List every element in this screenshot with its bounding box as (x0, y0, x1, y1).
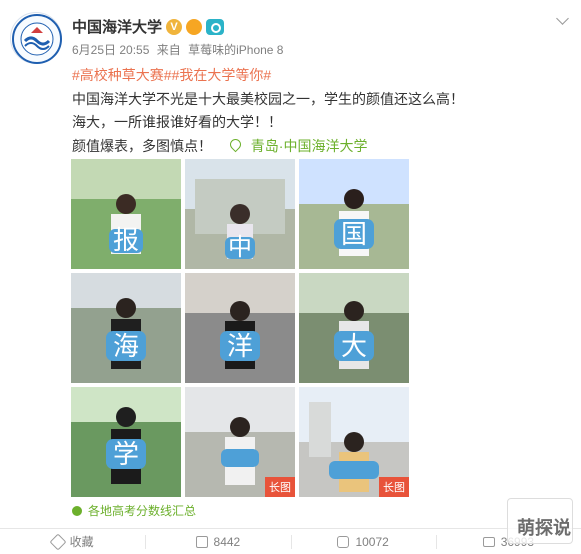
share-count: 8442 (213, 534, 241, 549)
avatar[interactable] (10, 12, 62, 64)
action-bar: 收藏 8442 10072 36993 (0, 529, 581, 554)
post-text: #高校种草大赛##我在大学等你# 中国海洋大学不光是十大最美校园之一，学生的颜值… (72, 64, 464, 158)
photo-9[interactable]: 长图 (299, 387, 409, 497)
chevron-down-icon[interactable] (556, 12, 569, 25)
watermark-text: 萌探说 (517, 518, 571, 538)
collect-label: 收藏 (69, 535, 94, 549)
photo-5-char: 洋 (227, 332, 253, 362)
footer-link-text: 各地高考分数线汇总 (88, 504, 197, 518)
post-meta: 6月25日 20:55 来自 草莓味的iPhone 8 (72, 41, 287, 58)
photo-2-char: 中 (228, 233, 252, 261)
location-link[interactable]: 青岛·中国海洋大学 (227, 136, 367, 154)
post-line-2: 海大，一所谁报谁好看的大学！！ (72, 114, 282, 130)
photo-4[interactable]: 海 (71, 273, 181, 383)
star-icon (49, 533, 67, 550)
photo-5[interactable]: 洋 (185, 273, 295, 383)
footer-link[interactable]: 各地高考分数线汇总 (72, 502, 196, 519)
account-name[interactable]: 中国海洋大学 (72, 16, 162, 37)
post-line-1: 中国海洋大学不光是十大最美校园之一，学生的颜值还这么高！ (72, 90, 464, 107)
photo-1-char: 报 (113, 226, 139, 256)
weibo-badge-icon (186, 18, 203, 35)
long-image-badge: 长图 (379, 477, 409, 497)
camera-icon (206, 18, 225, 35)
photo-8[interactable]: 长图 (185, 387, 295, 497)
comment-count: 10072 (355, 534, 389, 549)
collect-button[interactable]: 收藏 (0, 529, 145, 554)
photo-1[interactable]: 报 (71, 159, 181, 269)
like-icon (482, 536, 495, 547)
photo-6-char: 大 (341, 332, 367, 362)
hashtag-link[interactable]: #高校种草大赛##我在大学等你# (72, 67, 271, 83)
photo-4-char: 海 (113, 332, 139, 362)
share-icon (195, 535, 208, 548)
post-source[interactable]: 草莓味的iPhone 8 (188, 43, 283, 57)
photo-2[interactable]: 中 (185, 159, 295, 269)
comment-button[interactable]: 10072 (290, 529, 436, 554)
post-line-3: 颜值爆表，多图慎点！ (72, 137, 212, 154)
photo-6[interactable]: 大 (299, 273, 409, 383)
vip-badge-icon: V (166, 18, 183, 35)
long-image-badge: 长图 (265, 477, 295, 497)
share-button[interactable]: 8442 (145, 529, 290, 554)
photo-3-char: 国 (341, 220, 367, 250)
photo-7-char: 学 (113, 440, 139, 470)
photo-3[interactable]: 国 (299, 159, 409, 269)
photo-7[interactable]: 学 (71, 387, 181, 497)
location-pin-icon (227, 136, 244, 152)
post-date[interactable]: 6月25日 20:55 (72, 43, 149, 57)
source-prefix: 来自 (156, 43, 181, 57)
comment-icon (337, 535, 350, 548)
image-grid: 报 中 国 海 洋 大 学 长图 长图 (71, 159, 409, 497)
flower-icon (72, 505, 82, 516)
